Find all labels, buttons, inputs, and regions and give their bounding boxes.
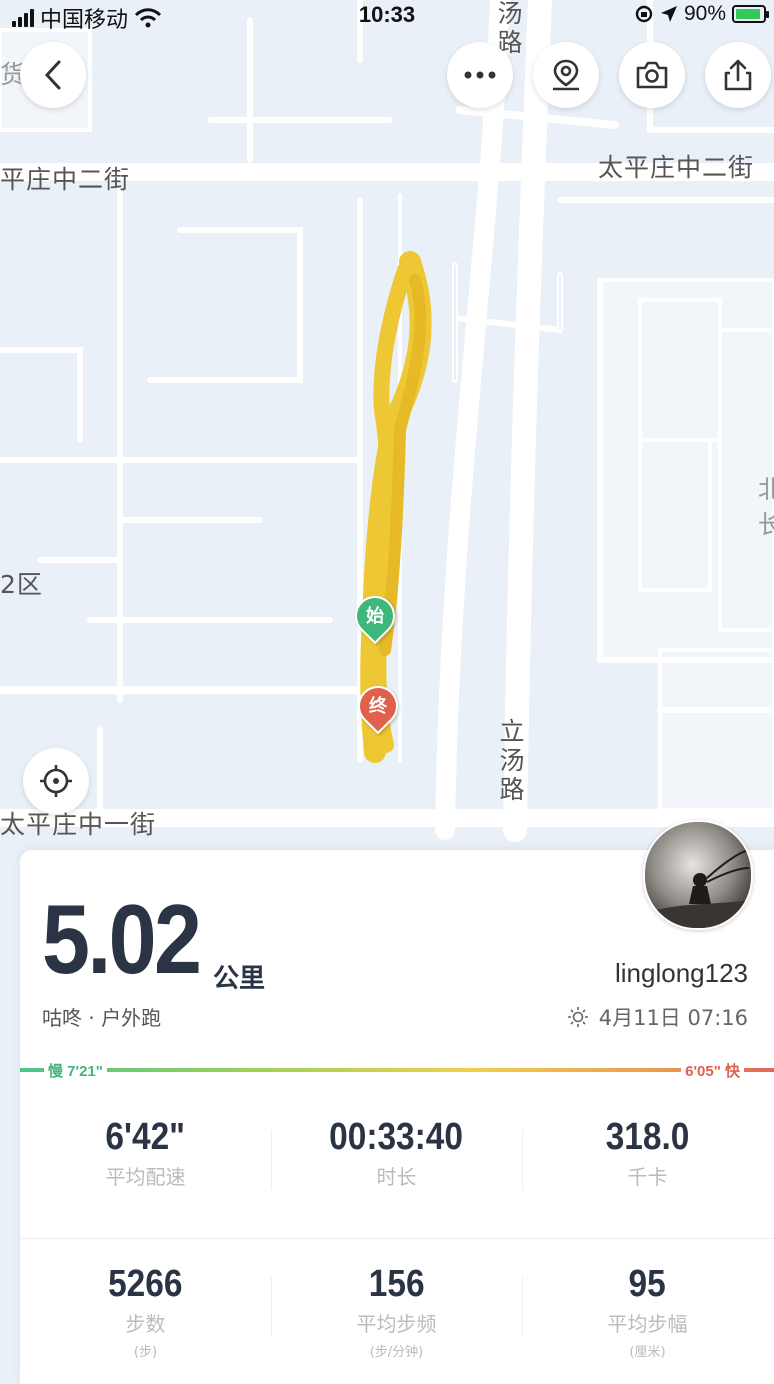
camera-icon — [636, 61, 668, 89]
divider — [20, 1238, 774, 1239]
stat-label: 平均步幅 — [607, 1312, 688, 1336]
status-bar: 中国移动 10:33 90% — [0, 0, 774, 32]
pace-gradient-bar: 慢 7'21" 6'05" 快 — [20, 1060, 774, 1081]
distance-unit: 公里 — [213, 964, 266, 994]
map-label-right-street: 太平庄中二街 — [598, 153, 755, 182]
stat-avg-pace: 6'42" 平均配速 — [20, 1116, 271, 1190]
rotation-lock-icon — [635, 5, 653, 23]
stat-label: 时长 — [376, 1165, 417, 1189]
stat-duration: 00:33:40 时长 — [271, 1116, 522, 1190]
crosshair-icon — [40, 765, 72, 797]
stat-stride: 95 平均步幅 (厘米) — [522, 1263, 773, 1360]
map-label-right-edge: 北 — [758, 475, 774, 504]
stat-value: 156 — [368, 1263, 425, 1305]
chevron-left-icon — [44, 60, 61, 90]
battery-icon — [732, 5, 769, 23]
recenter-button[interactable] — [23, 748, 89, 814]
map-label-road: 立汤路 — [496, 718, 525, 805]
stat-steps: 5266 步数 (步) — [20, 1263, 271, 1360]
sun-icon — [567, 1007, 588, 1027]
stat-calories: 318.0 千卡 — [522, 1116, 773, 1190]
battery-percent: 90% — [683, 2, 726, 25]
map-label-right-edge-2: 长 — [758, 510, 774, 539]
stat-value: 6'42" — [105, 1116, 186, 1158]
stat-label: 平均配速 — [105, 1165, 186, 1189]
activity-type: 咕咚 · 户外跑 — [42, 1006, 162, 1030]
datetime-label: 4月11日 07:16 — [598, 1006, 748, 1030]
camera-button[interactable] — [619, 42, 685, 108]
avatar[interactable] — [643, 820, 753, 930]
map-pin-icon — [553, 59, 579, 91]
share-icon — [724, 59, 752, 91]
stat-unit: (厘米) — [629, 1345, 666, 1360]
more-button[interactable] — [447, 42, 513, 108]
start-marker[interactable]: 始 — [346, 587, 404, 645]
avatar-image — [645, 822, 751, 928]
pace-slow-label: 慢 7'21" — [44, 1060, 107, 1081]
summary-panel: 5.02 公里 咕咚 · 户外跑 linglong123 4月11日 07:16… — [20, 820, 774, 1384]
stat-label: 平均步频 — [356, 1312, 437, 1336]
stat-label: 千卡 — [627, 1165, 668, 1189]
stat-label: 步数 — [125, 1312, 166, 1336]
location-arrow-icon — [660, 6, 677, 22]
username: linglong123 — [614, 958, 748, 988]
activity-datetime: 4月11日 07:16 — [567, 1002, 748, 1032]
status-right-group: 90% — [634, 2, 769, 26]
more-icon — [464, 71, 496, 79]
share-button[interactable] — [705, 42, 771, 108]
pace-gradient-line — [20, 1068, 774, 1072]
stat-value: 318.0 — [605, 1116, 690, 1158]
stat-cadence: 156 平均步频 (步/分钟) — [271, 1263, 522, 1360]
stat-unit: (步/分钟) — [369, 1345, 424, 1360]
distance-value: 5.02 — [42, 884, 202, 994]
stat-value: 95 — [628, 1263, 667, 1305]
pace-fast-label: 6'05" 快 — [681, 1060, 744, 1081]
stat-value: 00:33:40 — [329, 1116, 464, 1158]
stats-row-secondary: 5266 步数 (步) 156 平均步频 (步/分钟) 95 平均步幅 (厘米) — [20, 1263, 774, 1360]
stat-value: 5266 — [108, 1263, 183, 1305]
map-label-left-street: 平庄中二街 — [0, 165, 131, 194]
map-label-bottom-street: 太平庄中一街 — [0, 810, 157, 839]
location-button[interactable] — [533, 42, 599, 108]
map-label-district: 2区 — [0, 570, 43, 599]
end-marker[interactable]: 终 — [349, 677, 407, 735]
stats-row-primary: 6'42" 平均配速 00:33:40 时长 318.0 千卡 — [20, 1116, 774, 1190]
stat-unit: (步) — [133, 1345, 158, 1360]
back-button[interactable] — [20, 42, 86, 108]
